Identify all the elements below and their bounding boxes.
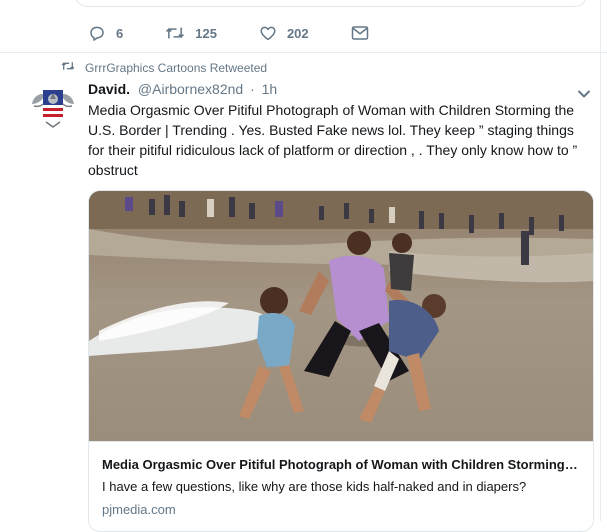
previous-tweet-actions: 6 125 202 [88, 22, 379, 44]
card-text-area: Media Orgasmic Over Pitiful Photograph o… [89, 441, 593, 517]
like-count: 202 [286, 25, 309, 41]
reply-button[interactable]: 6 [88, 24, 123, 42]
tweet-text: Media Orgasmic Over Pitiful Photograph o… [88, 102, 578, 178]
timeline-right-border [600, 0, 601, 521]
retweet-icon [61, 60, 85, 75]
tweet-divider [0, 52, 607, 53]
retweet-button[interactable]: 125 [165, 24, 217, 42]
retweet-context[interactable]: GrrrGraphics Cartoons Retweeted [61, 60, 267, 75]
retweet-count: 125 [195, 25, 217, 41]
author-name[interactable]: David. [88, 81, 130, 97]
link-preview-card[interactable]: Media Orgasmic Over Pitiful Photograph o… [88, 190, 594, 532]
card-description: I have a few questions, like why are tho… [102, 479, 527, 494]
tweet-timestamp[interactable]: 1h [262, 81, 278, 97]
reply-icon [88, 24, 116, 42]
retweeted-by-label: GrrrGraphics Cartoons Retweeted [85, 60, 268, 75]
reply-count: 6 [116, 25, 124, 41]
avatar[interactable] [30, 84, 76, 130]
message-icon [351, 25, 379, 41]
tweet-header: David. @Airbornex82nd · 1h [88, 81, 277, 97]
card-domain: pjmedia.com [102, 502, 176, 517]
like-icon [259, 24, 287, 42]
previous-tweet-card-edge [75, 0, 587, 7]
retweet-icon [165, 24, 195, 42]
direct-message-button[interactable] [351, 25, 379, 41]
card-photo [89, 191, 593, 441]
author-handle[interactable]: @Airbornex82nd [138, 81, 243, 97]
header-separator: · [250, 81, 255, 97]
like-button[interactable]: 202 [259, 24, 309, 42]
card-title: Media Orgasmic Over Pitiful Photograph o… [102, 457, 580, 472]
